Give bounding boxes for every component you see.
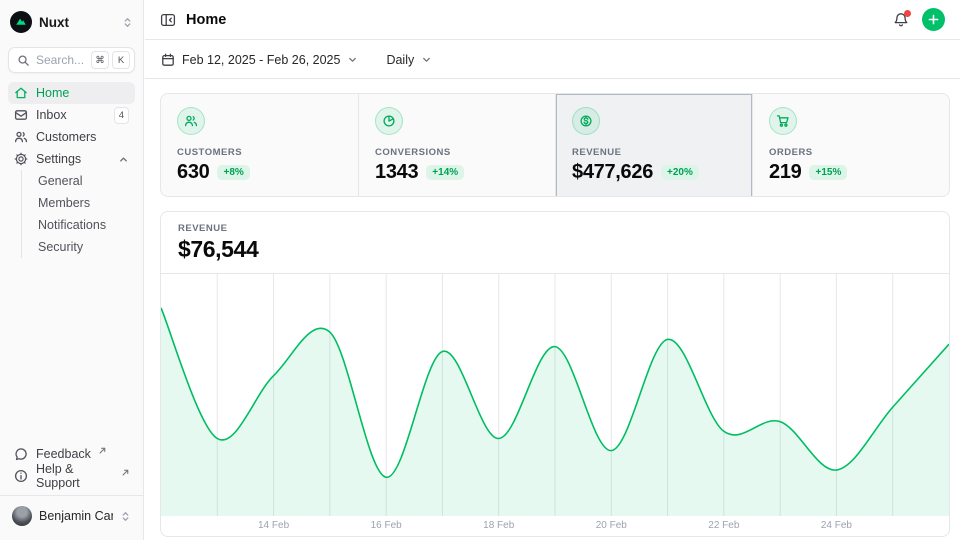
granularity-value: Daily bbox=[386, 53, 414, 67]
workspace-switcher[interactable]: Nuxt bbox=[8, 10, 135, 34]
sidebar-subitem-label: Notifications bbox=[38, 218, 106, 232]
sidebar-item-label: Inbox bbox=[36, 108, 67, 122]
sidebar-subitem-label: Members bbox=[38, 196, 90, 210]
chevron-down-icon bbox=[421, 54, 432, 65]
pie-chart-icon bbox=[382, 114, 396, 128]
search-icon bbox=[17, 54, 30, 67]
sidebar-item-members[interactable]: Members bbox=[38, 192, 135, 214]
x-axis-label: 22 Feb bbox=[708, 520, 739, 531]
chart-metric-label: REVENUE bbox=[178, 223, 932, 234]
x-axis-label: 24 Feb bbox=[821, 520, 852, 531]
sidebar-item-home[interactable]: Home bbox=[8, 82, 135, 104]
sidebar-item-general[interactable]: General bbox=[38, 170, 135, 192]
inbox-icon bbox=[14, 108, 28, 122]
search-shortcut: ⌘ K bbox=[91, 51, 130, 69]
stat-label: CONVERSIONS bbox=[375, 147, 539, 158]
external-link-icon bbox=[99, 447, 106, 454]
user-name: Benjamin Canac bbox=[39, 509, 113, 523]
settings-submenu: General Members Notifications Security bbox=[21, 170, 135, 258]
date-range-picker[interactable]: Feb 12, 2025 - Feb 26, 2025 bbox=[161, 53, 358, 67]
notification-dot bbox=[904, 10, 911, 17]
sidebar-item-security[interactable]: Security bbox=[38, 236, 135, 258]
stat-card-revenue[interactable]: REVENUE $477,626 +20% bbox=[555, 94, 752, 197]
x-axis-label: 20 Feb bbox=[596, 520, 627, 531]
revenue-area-chart bbox=[161, 274, 949, 516]
chart-plot-area[interactable] bbox=[161, 274, 949, 516]
chevron-down-icon bbox=[347, 54, 358, 65]
notifications-button[interactable] bbox=[893, 12, 909, 28]
kbd-k: K bbox=[112, 51, 130, 69]
feedback-label: Feedback bbox=[36, 447, 91, 461]
sidebar-item-label: Home bbox=[36, 86, 69, 100]
info-circle-icon bbox=[14, 469, 28, 483]
sidebar-nav: Home Inbox 4 Customers Settings Genera bbox=[8, 82, 135, 258]
stat-card-conversions[interactable]: CONVERSIONS 1343 +14% bbox=[358, 94, 555, 197]
users-icon bbox=[14, 130, 28, 144]
sidebar-footer: Feedback Help & Support Benjamin Canac bbox=[8, 443, 135, 528]
add-button[interactable] bbox=[922, 8, 945, 31]
stat-card-orders[interactable]: ORDERS 219 +15% bbox=[752, 94, 949, 197]
inbox-count-badge: 4 bbox=[114, 107, 129, 124]
granularity-select[interactable]: Daily bbox=[386, 53, 432, 67]
sidebar-collapse-icon[interactable] bbox=[160, 12, 176, 28]
help-support-link[interactable]: Help & Support bbox=[8, 465, 135, 487]
users-icon bbox=[184, 114, 198, 128]
cart-icon bbox=[776, 114, 790, 128]
sidebar-item-settings[interactable]: Settings bbox=[8, 148, 135, 170]
workspace-name: Nuxt bbox=[39, 15, 69, 30]
stat-delta-badge: +8% bbox=[217, 165, 249, 180]
search-placeholder: Search... bbox=[36, 53, 85, 67]
calendar-icon bbox=[161, 53, 175, 67]
stat-label: ORDERS bbox=[769, 147, 933, 158]
sidebar-item-customers[interactable]: Customers bbox=[8, 126, 135, 148]
chart-header: REVENUE $76,544 bbox=[161, 212, 949, 274]
sidebar-subitem-label: General bbox=[38, 174, 82, 188]
stat-card-customers[interactable]: CUSTOMERS 630 +8% bbox=[161, 94, 358, 197]
help-support-label: Help & Support bbox=[36, 462, 114, 490]
main-content: CUSTOMERS 630 +8% CONVERSIONS 1343 +14% … bbox=[145, 80, 960, 540]
sidebar-item-label: Settings bbox=[36, 152, 81, 166]
avatar bbox=[12, 506, 32, 526]
date-range-value: Feb 12, 2025 - Feb 26, 2025 bbox=[182, 53, 340, 67]
gear-icon bbox=[14, 152, 28, 166]
chevron-up-down-icon bbox=[120, 511, 131, 522]
filters-toolbar: Feb 12, 2025 - Feb 26, 2025 Daily bbox=[145, 41, 960, 79]
chevron-up-down-icon bbox=[122, 17, 133, 28]
dollar-circle-icon bbox=[579, 114, 593, 128]
home-icon bbox=[14, 86, 28, 100]
user-menu[interactable]: Benjamin Canac bbox=[8, 504, 135, 528]
sidebar-subitem-label: Security bbox=[38, 240, 83, 254]
sidebar-item-notifications[interactable]: Notifications bbox=[38, 214, 135, 236]
nuxt-logo-icon bbox=[10, 11, 32, 33]
page-header: Home bbox=[145, 0, 960, 40]
sidebar-item-label: Customers bbox=[36, 130, 96, 144]
chat-bubble-icon bbox=[14, 447, 28, 461]
stat-value: 1343 bbox=[375, 161, 418, 184]
search-input[interactable]: Search... ⌘ K bbox=[8, 47, 135, 73]
chart-metric-value: $76,544 bbox=[178, 236, 932, 263]
chevron-up-icon bbox=[118, 154, 129, 165]
page-title: Home bbox=[186, 12, 226, 28]
stat-value: $477,626 bbox=[572, 161, 653, 184]
sidebar-divider bbox=[0, 495, 143, 496]
x-axis-label: 16 Feb bbox=[371, 520, 402, 531]
sidebar: Nuxt Search... ⌘ K Home Inbox 4 bbox=[0, 0, 144, 540]
stat-value: 219 bbox=[769, 161, 801, 184]
x-axis-labels: 14 Feb 16 Feb 18 Feb 20 Feb 22 Feb 24 Feb bbox=[161, 516, 949, 536]
stat-value: 630 bbox=[177, 161, 209, 184]
stats-row: CUSTOMERS 630 +8% CONVERSIONS 1343 +14% … bbox=[160, 93, 950, 197]
sidebar-item-inbox[interactable]: Inbox 4 bbox=[8, 104, 135, 126]
stat-delta-badge: +14% bbox=[426, 165, 464, 180]
stat-label: REVENUE bbox=[572, 147, 736, 158]
stat-delta-badge: +20% bbox=[661, 165, 699, 180]
external-link-icon bbox=[122, 469, 129, 476]
revenue-chart-card: REVENUE $76,544 14 Feb 16 Feb 18 Feb 20 Feb… bbox=[160, 211, 950, 537]
stat-label: CUSTOMERS bbox=[177, 147, 342, 158]
kbd-meta: ⌘ bbox=[91, 51, 109, 69]
x-axis-label: 14 Feb bbox=[258, 520, 289, 531]
stat-delta-badge: +15% bbox=[809, 165, 847, 180]
x-axis-label: 18 Feb bbox=[483, 520, 514, 531]
